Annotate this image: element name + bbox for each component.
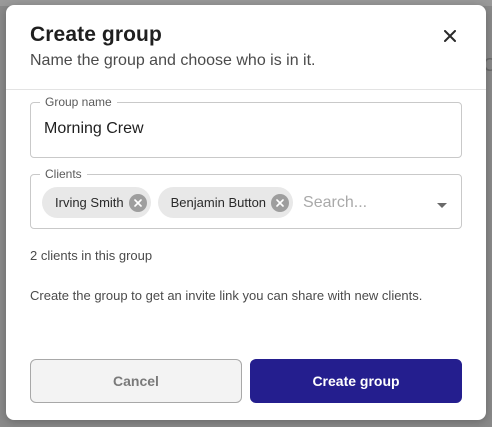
chevron-down-icon [437, 203, 447, 208]
client-chip: Irving Smith [42, 187, 151, 218]
remove-icon [276, 198, 284, 207]
group-name-label: Group name [40, 95, 117, 109]
client-count-text: 2 clients in this group [30, 248, 153, 263]
invite-info-text: Create the group to get an invite link y… [30, 288, 423, 303]
group-name-input[interactable] [44, 120, 444, 138]
client-chip-label: Irving Smith [55, 195, 124, 210]
clients-dropdown-toggle[interactable] [435, 197, 449, 208]
close-button[interactable] [440, 26, 460, 46]
client-chips: Irving Smith Benjamin Button [42, 187, 404, 218]
cancel-button[interactable]: Cancel [30, 359, 242, 403]
close-icon [444, 30, 456, 42]
dialog-title: Create group [30, 23, 162, 46]
create-group-dialog: Create group Name the group and choose w… [6, 5, 486, 420]
client-chip: Benjamin Button [157, 187, 294, 218]
remove-client-button[interactable] [271, 193, 290, 212]
remove-icon [133, 198, 142, 207]
remove-client-button[interactable] [128, 193, 147, 212]
client-search-input[interactable] [303, 193, 404, 212]
client-chip-label: Benjamin Button [170, 195, 267, 210]
dialog-header: Create group Name the group and choose w… [6, 5, 486, 90]
group-name-field: Group name [30, 95, 462, 158]
create-group-button[interactable]: Create group [250, 359, 462, 403]
clients-label: Clients [40, 167, 87, 181]
clients-field: Clients Irving Smith Benjamin Button [30, 167, 462, 229]
dialog-subtitle: Name the group and choose who is in it. [30, 52, 316, 69]
